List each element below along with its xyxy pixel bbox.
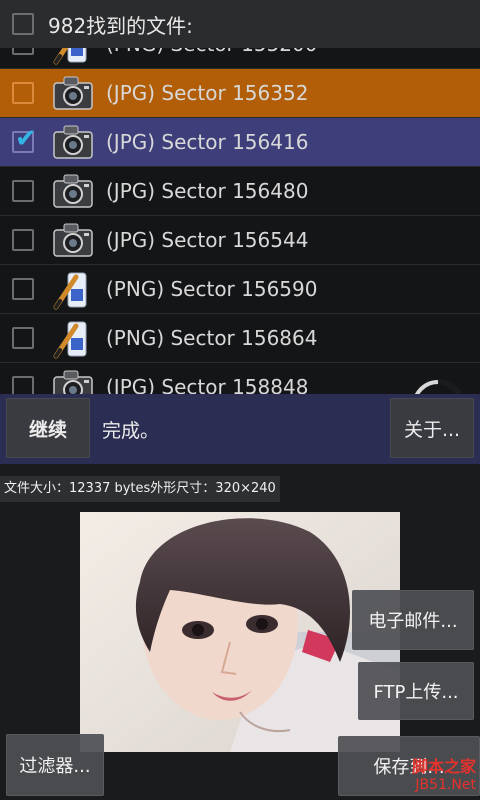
file-checkbox[interactable] xyxy=(12,278,34,300)
file-label: (PNG) Sector 155200 xyxy=(106,48,317,56)
loading-spinner-icon xyxy=(414,379,463,394)
file-checkbox[interactable]: ✔ xyxy=(12,126,37,153)
checkmark-icon: ✔ xyxy=(15,124,37,154)
status-text: 完成。 xyxy=(102,420,160,442)
file-list-item[interactable]: (JPG) Sector 156352 xyxy=(0,69,480,118)
file-checkbox[interactable] xyxy=(12,376,34,394)
header-bar: 982找到的文件: xyxy=(0,0,480,48)
watermark-line1: 脚本之家 xyxy=(411,757,476,776)
camera-icon xyxy=(50,71,96,115)
filter-button[interactable]: 过滤器... xyxy=(6,734,104,796)
camera-icon xyxy=(50,169,96,213)
file-checkbox[interactable] xyxy=(12,82,34,104)
file-checkbox[interactable] xyxy=(12,180,34,202)
camera-icon xyxy=(50,120,96,164)
camera-icon xyxy=(50,218,96,262)
file-label: (JPG) Sector 156352 xyxy=(106,81,309,105)
file-list-item[interactable]: (PNG) Sector 155200 xyxy=(0,48,480,69)
file-list-item[interactable]: (JPG) Sector 158848 xyxy=(0,363,480,394)
continue-button[interactable]: 继续 xyxy=(6,398,90,458)
file-checkbox[interactable] xyxy=(12,327,34,349)
action-bar: 继续 完成。 关于... xyxy=(0,394,480,464)
file-checkbox[interactable] xyxy=(12,229,34,251)
file-list-item[interactable]: ✔ (JPG) Sector 156416 xyxy=(0,118,480,167)
file-list-item[interactable]: (PNG) Sector 156864 xyxy=(0,314,480,363)
file-label: (JPG) Sector 156480 xyxy=(106,179,309,203)
png-icon xyxy=(50,48,96,66)
ftp-upload-button[interactable]: FTP上传... xyxy=(358,662,474,720)
about-button[interactable]: 关于... xyxy=(390,398,474,458)
png-icon xyxy=(50,267,96,311)
file-label: (PNG) Sector 156590 xyxy=(106,277,318,301)
camera-icon xyxy=(50,365,96,394)
file-label: (JPG) Sector 158848 xyxy=(106,375,309,394)
select-all-checkbox[interactable] xyxy=(12,13,34,35)
file-info-label: 文件大小：12337 bytes外形尺寸：320×240 xyxy=(0,476,280,502)
watermark-line2: JB51.Net xyxy=(415,777,476,793)
file-checkbox[interactable] xyxy=(12,48,34,55)
file-list[interactable]: (PNG) Sector 155200 (JPG) Sector 156352 ✔ (… xyxy=(0,48,480,394)
png-icon xyxy=(50,316,96,360)
file-list-item[interactable]: (JPG) Sector 156544 xyxy=(0,216,480,265)
file-label: (JPG) Sector 156416 xyxy=(106,130,309,154)
email-button[interactable]: 电子邮件... xyxy=(352,590,474,650)
file-label: (JPG) Sector 156544 xyxy=(106,228,309,252)
page-title: 982找到的文件: xyxy=(48,13,193,38)
file-list-item[interactable]: (JPG) Sector 156480 xyxy=(0,167,480,216)
file-list-item[interactable]: (PNG) Sector 156590 xyxy=(0,265,480,314)
file-label: (PNG) Sector 156864 xyxy=(106,326,318,350)
watermark-logo: 脚本之家 JB51.Net xyxy=(394,758,476,798)
